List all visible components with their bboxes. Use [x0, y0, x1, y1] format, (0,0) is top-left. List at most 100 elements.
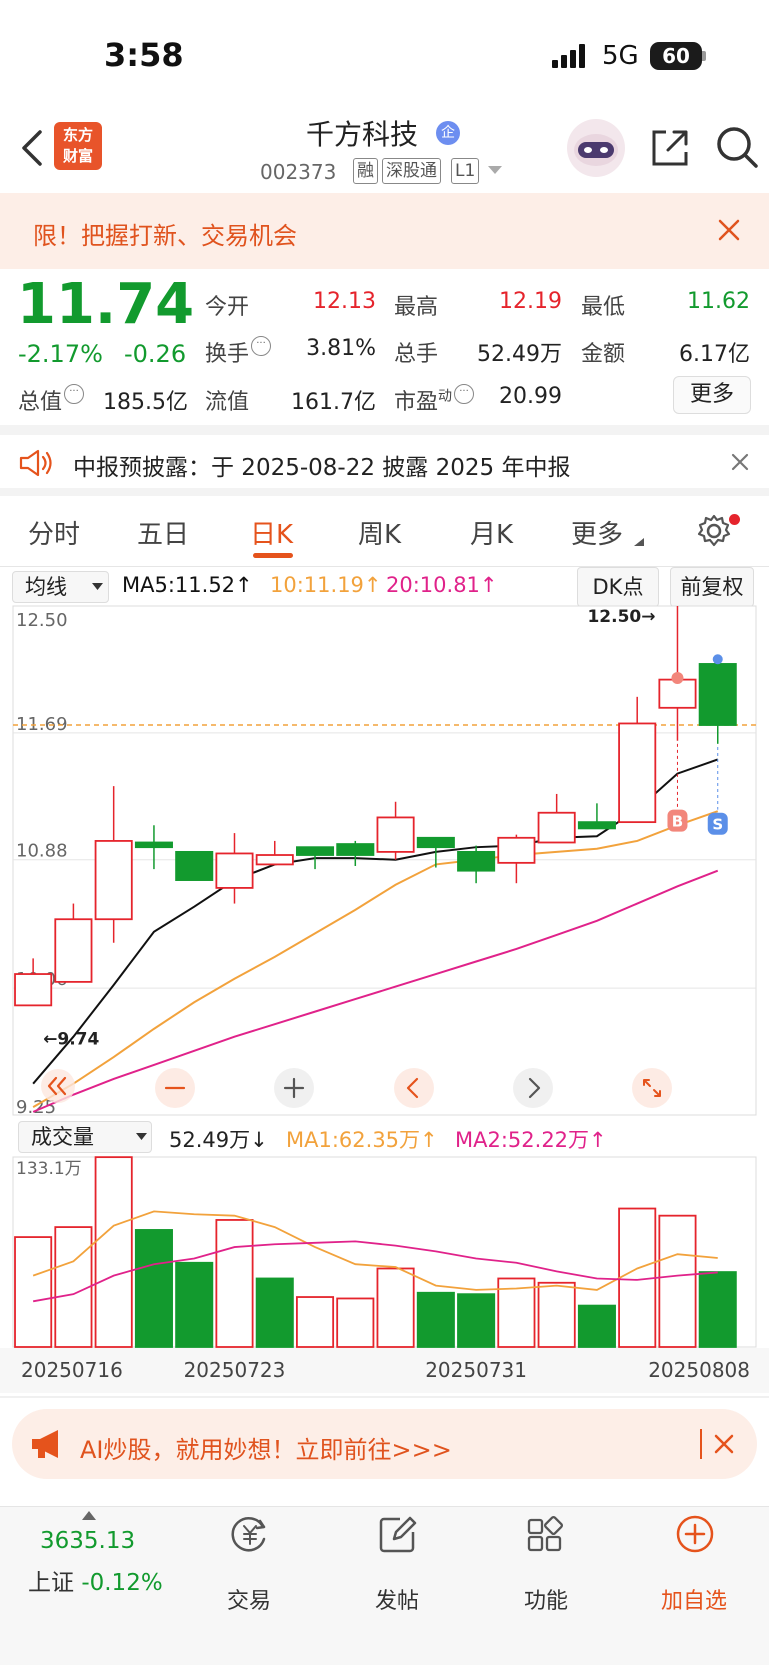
candle-body	[537, 811, 576, 844]
functions-icon[interactable]	[526, 1515, 566, 1553]
high-annotation: 12.50→	[587, 607, 655, 627]
kline-chart[interactable]: 12.5011.6910.8810.069.2512.50→←9.74BS	[0, 604, 769, 1119]
close-notice-icon[interactable]	[731, 453, 749, 471]
notice-text[interactable]: 中报预披露：于 2025-08-22 披露 2025 年中报	[73, 448, 570, 482]
nav-trade[interactable]: 交易	[189, 1583, 309, 1615]
assistant-avatar-icon[interactable]	[565, 118, 627, 178]
speaker-icon	[19, 449, 52, 477]
chevron-down-icon	[136, 1133, 147, 1140]
volume-bar	[14, 1236, 53, 1348]
buy-marker: B	[672, 813, 683, 831]
zoom-out-icon[interactable]	[153, 1068, 197, 1108]
low-annotation: ←9.74	[43, 1029, 99, 1049]
volume-bar	[255, 1277, 294, 1348]
battery-cap	[702, 51, 706, 61]
dk-point-button[interactable]: DK点	[577, 567, 659, 607]
market-cap-value: 185.5亿	[103, 390, 188, 415]
volume-bar	[94, 1156, 133, 1348]
adjust-button[interactable]: 前复权	[670, 567, 754, 607]
volume-bar	[296, 1296, 335, 1348]
market-cap-label: 总值 ···	[18, 384, 85, 416]
scroll-start-icon[interactable]	[40, 1068, 76, 1104]
open-value: 12.13	[313, 289, 376, 314]
turnover-label: 换手 ···	[205, 336, 272, 368]
info-icon[interactable]: ···	[454, 384, 475, 404]
nav-post[interactable]: 发帖	[337, 1583, 457, 1615]
nav-add-watchlist[interactable]: 加自选	[634, 1583, 754, 1615]
tab-intraday[interactable]: 分时	[28, 514, 80, 551]
search-icon[interactable]	[714, 124, 760, 170]
scroll-left-icon[interactable]	[392, 1068, 436, 1108]
nav-functions[interactable]: 功能	[486, 1583, 606, 1615]
post-icon[interactable]	[378, 1515, 418, 1553]
low-label: 最低	[581, 295, 626, 320]
dropdown-icon[interactable]	[488, 166, 502, 176]
index-value[interactable]: 3635.13	[40, 1528, 135, 1554]
x-tick-label: 20250731	[425, 1358, 527, 1382]
tab-more[interactable]: 更多	[571, 514, 623, 551]
ma20-value: 20:10.81↑	[386, 573, 498, 597]
high-label: 最高	[394, 295, 439, 320]
index-summary[interactable]: 上证 -0.12%	[28, 1563, 163, 1597]
tag-margin: 融	[353, 158, 378, 184]
volume-value-label: 52.49万↓	[169, 1128, 268, 1152]
change-amount: -0.26	[124, 340, 187, 368]
close-ai-banner-icon[interactable]	[714, 1434, 734, 1454]
volume-ma1: MA1:62.35万↑	[286, 1128, 438, 1152]
market-cap-label-text: 总值	[18, 390, 63, 415]
volume-label: 总手	[394, 342, 439, 367]
volume-bar	[215, 1219, 254, 1348]
tab-daily-k[interactable]: 日K	[250, 514, 293, 551]
x-tick-label: 20250716	[21, 1358, 123, 1382]
tab-monthly-k[interactable]: 月K	[470, 514, 513, 551]
ma10-value: 10:11.19↑	[270, 573, 382, 597]
pe-label-text: 市盈	[394, 390, 439, 415]
back-icon[interactable]	[18, 128, 44, 168]
tag-connect: 深股通	[382, 158, 441, 184]
zoom-in-icon[interactable]	[272, 1068, 316, 1108]
fullscreen-icon[interactable]	[630, 1068, 674, 1108]
divider	[0, 488, 769, 496]
share-icon[interactable]	[648, 126, 692, 170]
scroll-right-icon[interactable]	[511, 1068, 555, 1108]
tab-five-day[interactable]: 五日	[137, 514, 189, 551]
pe-label: 市盈动 ···	[394, 384, 475, 416]
candle-body	[94, 840, 133, 921]
info-icon[interactable]: ···	[64, 384, 85, 404]
candle-body	[54, 918, 93, 983]
settings-icon[interactable]	[696, 513, 732, 549]
trade-icon[interactable]	[230, 1515, 270, 1553]
expand-up-icon[interactable]	[82, 1511, 96, 1520]
info-icon[interactable]: ···	[251, 336, 272, 356]
battery-icon: 60	[650, 42, 702, 70]
volume-indicator-label: 成交量	[31, 1125, 94, 1149]
candle-body	[416, 836, 455, 849]
close-promo-icon[interactable]	[718, 219, 740, 241]
more-button[interactable]: 更多	[673, 376, 751, 414]
tab-weekly-k[interactable]: 周K	[358, 514, 401, 551]
open-label: 今开	[205, 295, 250, 320]
index-name: 上证	[28, 1570, 74, 1596]
stock-name: 千方科技	[306, 118, 419, 151]
candle-body	[215, 852, 254, 889]
signal-icon	[552, 44, 585, 68]
buy-dot	[671, 672, 684, 685]
active-tab-indicator	[253, 553, 293, 558]
volume-bar	[577, 1304, 616, 1348]
volume-bar	[336, 1297, 375, 1348]
add-watchlist-icon[interactable]	[675, 1515, 715, 1553]
app-logo[interactable]: 东方 财富	[54, 122, 102, 170]
pe-label-sup: 动	[438, 388, 453, 405]
float-cap-value: 161.7亿	[291, 390, 376, 415]
chevron-down-icon	[92, 583, 103, 590]
candle-body	[336, 843, 375, 856]
volume-ma2: MA2:52.22万↑	[455, 1128, 607, 1152]
volume-bar	[537, 1281, 576, 1348]
volume-bar	[457, 1293, 496, 1348]
volume-indicator-select[interactable]: 成交量	[18, 1121, 152, 1153]
candle-body	[134, 841, 173, 849]
candle-body	[618, 722, 657, 824]
tab-more-caret-icon	[634, 538, 644, 546]
candle-body	[457, 850, 496, 872]
volume-chart[interactable]: 133.1万 20250716 20250723 20250731 20250808	[0, 1155, 769, 1395]
